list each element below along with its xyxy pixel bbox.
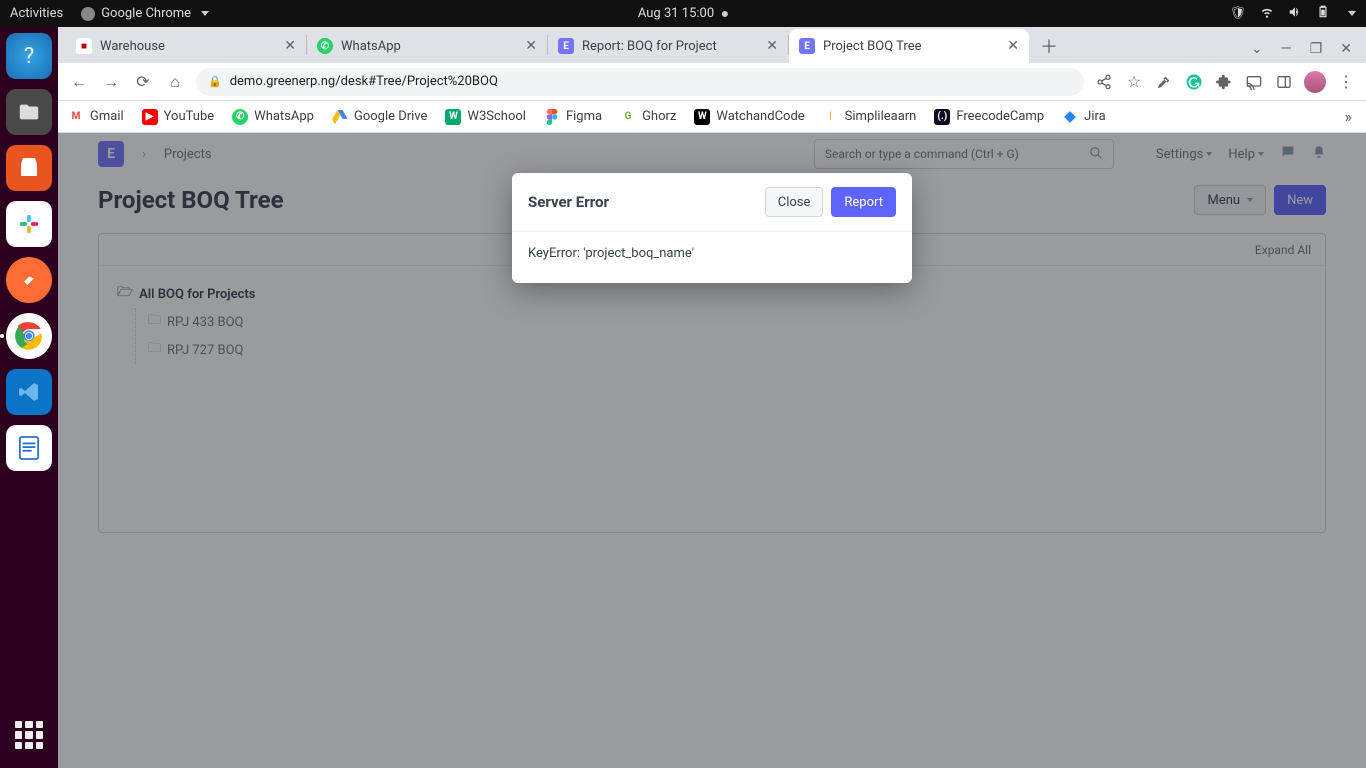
back-button[interactable]: ← <box>68 72 90 92</box>
bookmarks-bar: MGmail ▶YouTube ✆WhatsApp Google Drive W… <box>58 101 1366 133</box>
chrome-window: ■ Warehouse ✕ ✆ WhatsApp ✕ E Report: BOQ… <box>58 27 1366 768</box>
tab-warehouse[interactable]: ■ Warehouse ✕ <box>66 29 306 63</box>
tab-report[interactable]: E Report: BOQ for Project ✕ <box>548 29 788 63</box>
star-icon[interactable]: ☆ <box>1124 72 1144 92</box>
dock-slack-icon[interactable] <box>6 201 52 247</box>
forward-button[interactable]: → <box>100 72 122 92</box>
address-bar[interactable]: 🔒 demo.greenerp.ng/desk#Tree/Project%20B… <box>196 68 1084 96</box>
dialog-title: Server Error <box>528 193 609 211</box>
tab-search-icon[interactable]: ⌄ <box>1251 41 1263 57</box>
dock-files-icon[interactable] <box>6 89 52 135</box>
kebab-menu-icon[interactable]: ⋮ <box>1336 72 1356 92</box>
close-button[interactable]: Close <box>765 187 824 217</box>
tab-project-boq-tree[interactable]: E Project BOQ Tree ✕ <box>789 29 1029 63</box>
close-icon[interactable]: ✕ <box>766 38 778 54</box>
bookmarks-overflow-icon[interactable]: » <box>1345 107 1357 126</box>
bookmark-gmail[interactable]: MGmail <box>68 109 124 125</box>
wifi-icon <box>1260 5 1274 23</box>
top-app-menu[interactable]: Google Chrome <box>81 6 209 21</box>
bookmark-youtube[interactable]: ▶YouTube <box>142 109 215 125</box>
bookmark-ghorz[interactable]: GGhorz <box>620 109 676 125</box>
dock-libreoffice-icon[interactable] <box>6 425 52 471</box>
restore-icon[interactable]: ❐ <box>1310 41 1323 57</box>
tab-whatsapp[interactable]: ✆ WhatsApp ✕ <box>307 29 547 63</box>
dock-postman-icon[interactable] <box>6 257 52 303</box>
reload-button[interactable]: ⟳ <box>132 72 154 91</box>
dock-apps-button[interactable] <box>6 712 52 758</box>
clock[interactable]: Aug 31 15:00 <box>638 6 728 21</box>
erp-icon: E <box>558 38 574 54</box>
close-icon[interactable]: ✕ <box>525 38 537 54</box>
ubuntu-top-bar: Activities Google Chrome Aug 31 15:00 🛡 <box>0 0 1366 27</box>
dialog-body: KeyError: 'project_boq_name' <box>512 232 912 283</box>
profile-avatar[interactable] <box>1304 71 1326 93</box>
shield-icon: 🛡 <box>1229 6 1246 21</box>
extensions-icon[interactable] <box>1214 72 1234 92</box>
system-tray[interactable]: 🛡 <box>1229 5 1356 23</box>
activities-button[interactable]: Activities <box>10 6 63 21</box>
close-window-icon[interactable]: ✕ <box>1340 41 1352 57</box>
bookmark-watchandcode[interactable]: WWatchandCode <box>694 109 804 125</box>
bookmark-jira[interactable]: Jira <box>1062 109 1106 125</box>
close-icon[interactable]: ✕ <box>284 38 296 54</box>
volume-icon <box>1288 5 1302 23</box>
bookmark-whatsapp[interactable]: ✆WhatsApp <box>232 109 314 125</box>
web-page: E › Projects Settings Help Proj <box>58 133 1366 768</box>
url-text: demo.greenerp.ng/desk#Tree/Project%20BOQ <box>230 74 498 89</box>
dock-help-icon[interactable]: ? <box>6 33 52 79</box>
grammarly-icon[interactable] <box>1184 72 1204 92</box>
sidepanel-icon[interactable] <box>1274 72 1294 92</box>
ubuntu-dock: ? <box>0 27 58 768</box>
dock-chrome-icon[interactable] <box>6 313 52 359</box>
new-tab-button[interactable]: ＋ <box>1035 32 1063 60</box>
tab-strip: ■ Warehouse ✕ ✆ WhatsApp ✕ E Report: BOQ… <box>58 27 1366 63</box>
bookmark-simplilearn[interactable]: |Simplileaarn <box>823 109 917 125</box>
dock-software-icon[interactable] <box>6 145 52 191</box>
browser-toolbar: ← → ⟳ ⌂ 🔒 demo.greenerp.ng/desk#Tree/Pro… <box>58 63 1366 101</box>
dock-vscode-icon[interactable] <box>6 369 52 415</box>
whatsapp-icon: ✆ <box>317 38 333 54</box>
bookmark-figma[interactable]: Figma <box>544 109 602 125</box>
close-icon[interactable]: ✕ <box>1007 38 1019 54</box>
share-icon[interactable] <box>1094 72 1114 92</box>
report-button[interactable]: Report <box>831 187 896 217</box>
erp-icon: E <box>799 38 815 54</box>
eyedropper-icon[interactable] <box>1154 72 1174 92</box>
lock-icon: 🔒 <box>208 75 222 88</box>
cast-icon[interactable] <box>1244 72 1264 92</box>
bookmark-w3school[interactable]: WW3School <box>445 109 526 125</box>
minimize-icon[interactable]: — <box>1281 41 1292 57</box>
home-button[interactable]: ⌂ <box>164 72 186 92</box>
bookmark-freecodecamp[interactable]: (.)FreecodeCamp <box>934 109 1044 125</box>
bookmark-gdrive[interactable]: Google Drive <box>332 109 427 125</box>
favicon-icon: ■ <box>76 38 92 54</box>
battery-icon <box>1316 5 1330 23</box>
error-dialog: Server Error Close Report KeyError: 'pro… <box>512 173 912 283</box>
